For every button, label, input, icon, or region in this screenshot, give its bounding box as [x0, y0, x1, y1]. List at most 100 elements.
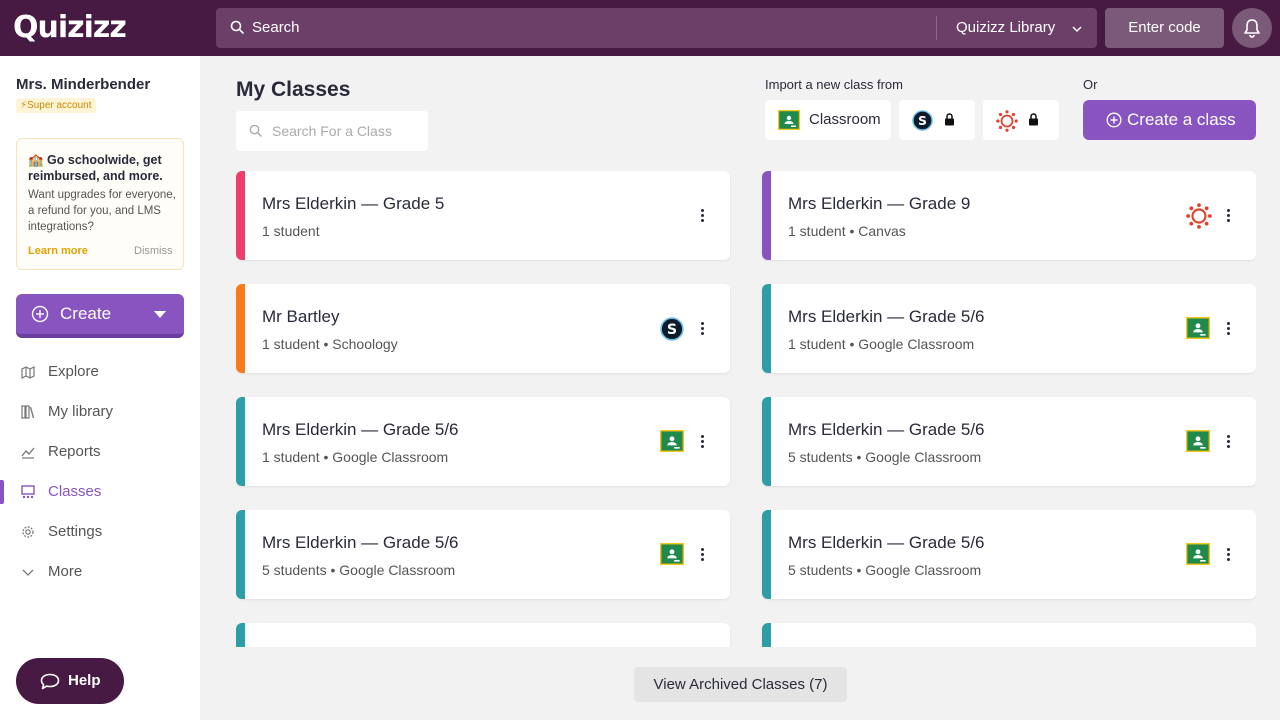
more-options-icon[interactable]	[699, 435, 705, 449]
svg-text:S: S	[667, 322, 677, 338]
enter-code-button[interactable]: Enter code	[1105, 8, 1224, 48]
notifications-button[interactable]	[1232, 8, 1272, 48]
class-color-stripe	[762, 510, 771, 599]
settings-icon	[22, 526, 34, 538]
help-button-label: Help	[68, 672, 101, 689]
bell-icon	[1244, 19, 1260, 38]
class-color-stripe	[762, 171, 771, 260]
import-google-classroom-button[interactable]: Classroom	[765, 100, 891, 140]
sidebar-item-classes[interactable]: Classes	[0, 474, 200, 510]
class-title: Mrs Elderkin — Grade 5/6	[262, 420, 459, 439]
class-subtitle: 5 students • Google Classroom	[788, 449, 982, 465]
or-label: Or	[1083, 77, 1098, 92]
plus-circle-icon	[1106, 112, 1122, 128]
schoology-icon: S	[660, 317, 684, 341]
more-options-icon[interactable]	[1225, 548, 1231, 562]
class-search-field[interactable]: Search For a Class	[236, 111, 428, 151]
global-search-bar[interactable]: Search Quizizz Library	[216, 8, 1097, 48]
class-title: Mrs Elderkin — Grade 5	[262, 194, 445, 213]
class-title: Mrs Elderkin — Grade 5/6	[788, 420, 985, 439]
sidebar-item-label: Explore	[48, 363, 99, 380]
sidebar-item-more[interactable]: More	[0, 554, 200, 590]
google-classroom-icon	[660, 543, 684, 565]
import-schoology-button[interactable]: S	[899, 100, 975, 140]
class-card[interactable]: Mrs Elderkin — Grade 5/6 5 students • Go…	[236, 510, 730, 599]
class-color-stripe	[762, 284, 771, 373]
class-color-stripe	[762, 397, 771, 486]
class-subtitle: 1 student	[262, 223, 320, 239]
learn-more-link[interactable]: Learn more	[28, 245, 88, 257]
quizizz-logo[interactable]: Quizizz	[13, 10, 127, 45]
class-title: Mrs Elderkin — Grade 9	[788, 194, 971, 213]
dismiss-link[interactable]: Dismiss	[134, 245, 173, 257]
class-card[interactable]: Mrs Elderkin — Grade 5/6 1 student • Goo…	[762, 284, 1256, 373]
lock-icon	[945, 113, 954, 126]
search-icon	[230, 20, 244, 34]
more-options-icon[interactable]	[1225, 209, 1231, 223]
sidebar: Mrs. Minderbender ⚡Super account 🏫 Go sc…	[0, 56, 200, 720]
import-classroom-label: Classroom	[809, 111, 881, 128]
more-options-icon[interactable]	[699, 322, 705, 336]
class-color-stripe	[236, 623, 245, 647]
user-name[interactable]: Mrs. Minderbender	[16, 76, 150, 93]
explore-icon	[21, 366, 35, 379]
class-card[interactable]: Mrs Elderkin — Grade 9 1 student • Canva…	[762, 171, 1256, 260]
import-label: Import a new class from	[765, 77, 903, 92]
more-options-icon[interactable]	[699, 548, 705, 562]
class-card[interactable]: Mr Bartley 1 student • Schoology S	[236, 284, 730, 373]
class-card[interactable]: Mrs Elderkin — Grade 5/6 5 students • Go…	[762, 510, 1256, 599]
chevron-down-icon	[22, 569, 34, 576]
sidebar-item-label: My library	[48, 403, 114, 420]
global-search-input[interactable]: Search	[252, 19, 300, 36]
canvas-icon	[996, 110, 1018, 132]
class-color-stripe	[236, 510, 245, 599]
class-title: Mrs Elderkin — Grade 5/6	[788, 533, 985, 552]
promo-title: 🏫 Go schoolwide, get reimbursed, and mor…	[28, 153, 163, 183]
more-options-icon[interactable]	[699, 209, 705, 223]
classes-icon	[21, 485, 35, 499]
plus-circle-icon	[31, 305, 49, 323]
class-card[interactable]: Mrs Elderkin — Grade 5/6 5 students • Go…	[762, 397, 1256, 486]
sidebar-item-reports[interactable]: Reports	[0, 434, 200, 470]
chevron-down-icon[interactable]	[1071, 23, 1083, 35]
google-classroom-icon	[778, 110, 800, 130]
create-class-label: Create a class	[1127, 110, 1236, 129]
class-color-stripe	[762, 623, 771, 647]
import-canvas-button[interactable]	[983, 100, 1059, 140]
class-search-input[interactable]: Search For a Class	[272, 123, 392, 139]
reports-icon	[21, 447, 35, 459]
class-title: Mrs Elderkin — Grade 5/6	[788, 307, 985, 326]
class-card[interactable]	[236, 623, 730, 647]
sidebar-item-settings[interactable]: Settings	[0, 514, 200, 550]
google-classroom-icon	[1186, 430, 1210, 452]
sidebar-item-my-library[interactable]: My library	[0, 394, 200, 430]
class-subtitle: 1 student • Schoology	[262, 336, 398, 352]
lock-icon	[1029, 113, 1038, 126]
google-classroom-icon	[1186, 317, 1210, 339]
upgrade-promo-card: 🏫 Go schoolwide, get reimbursed, and mor…	[16, 138, 184, 270]
sidebar-item-explore[interactable]: Explore	[0, 354, 200, 390]
chat-bubble-icon	[40, 673, 60, 690]
create-class-button[interactable]: Create a class	[1083, 100, 1256, 140]
class-card[interactable]: Mrs Elderkin — Grade 5/6 1 student • Goo…	[236, 397, 730, 486]
help-button[interactable]: Help	[16, 658, 124, 704]
class-title: Mrs Elderkin — Grade 5/6	[262, 533, 459, 552]
class-card[interactable]	[762, 623, 1256, 647]
class-subtitle: 1 student • Google Classroom	[788, 336, 975, 352]
sidebar-item-label: Classes	[48, 483, 102, 500]
account-badge: ⚡Super account	[16, 98, 96, 113]
class-card[interactable]: Mrs Elderkin — Grade 5 1 student	[236, 171, 730, 260]
class-subtitle: 1 student • Canvas	[788, 223, 906, 239]
more-options-icon[interactable]	[1225, 322, 1231, 336]
page-title: My Classes	[236, 78, 351, 101]
caret-down-icon[interactable]	[154, 311, 166, 318]
library-selector[interactable]: Quizizz Library	[956, 19, 1055, 36]
create-button[interactable]: Create	[16, 294, 184, 338]
view-archived-classes-button[interactable]: View Archived Classes (7)	[634, 667, 847, 702]
search-divider	[936, 16, 937, 40]
more-options-icon[interactable]	[1225, 435, 1231, 449]
create-button-label: Create	[60, 304, 112, 323]
class-color-stripe	[236, 397, 245, 486]
google-classroom-icon	[660, 430, 684, 452]
class-subtitle: 1 student • Google Classroom	[262, 449, 449, 465]
